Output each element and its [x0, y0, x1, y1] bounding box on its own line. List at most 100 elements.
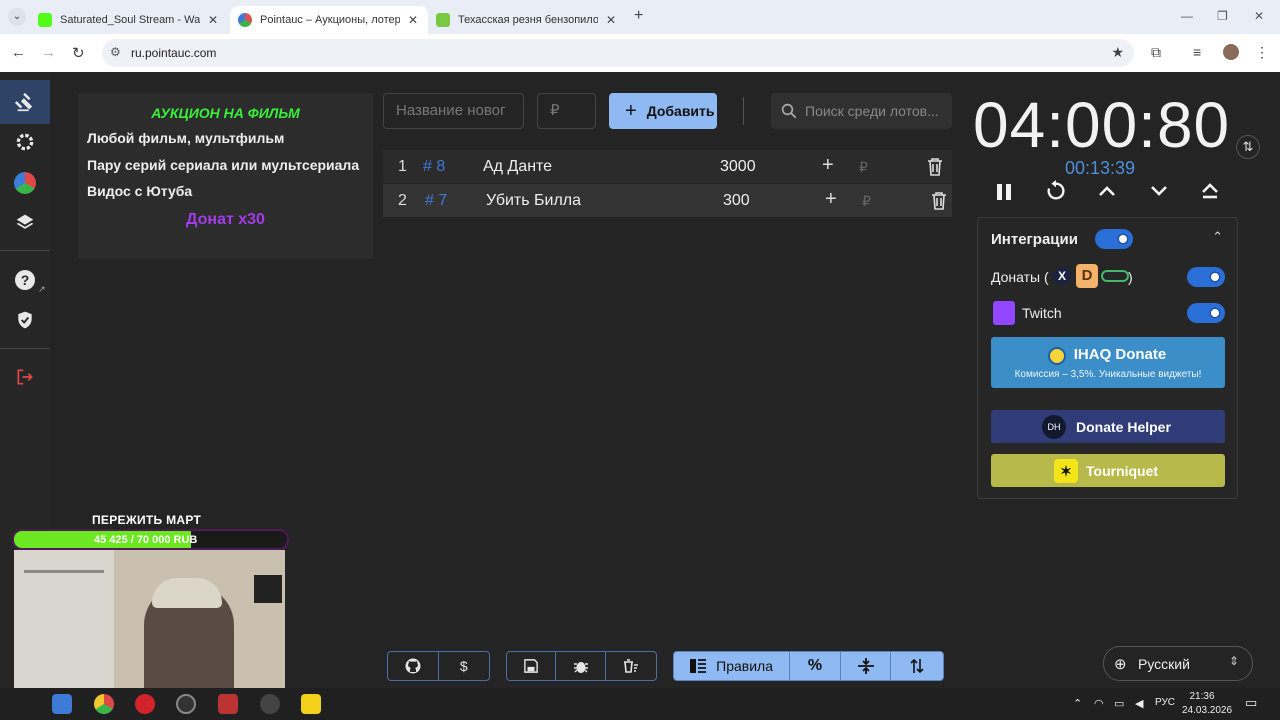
reload-icon[interactable]: ↻ — [72, 44, 85, 62]
app-taskbar-icon[interactable] — [260, 694, 280, 714]
browser-menu-icon[interactable]: ⋮ — [1255, 44, 1269, 61]
ruble-input[interactable]: ₽ — [859, 159, 868, 176]
lot-name[interactable]: Ад Данте — [483, 158, 552, 176]
wheel-icon — [14, 172, 36, 194]
donate-dollar-button[interactable]: $ — [439, 652, 490, 680]
github-button[interactable] — [388, 652, 439, 680]
obs-taskbar-icon[interactable] — [176, 694, 196, 714]
sort-button[interactable] — [891, 652, 943, 680]
system-clock[interactable]: 21:36 24.03.2026 — [1182, 690, 1232, 718]
bug-report-button[interactable] — [556, 652, 606, 680]
total-time: 00:13:39 — [1065, 158, 1136, 178]
sidebar-item-layers[interactable] — [0, 201, 50, 245]
tray-overflow-icon[interactable]: ⌃ — [1073, 697, 1082, 710]
percent-button[interactable]: % — [790, 652, 841, 680]
lot-row[interactable]: 2 # 7 Убить Билла 300 + ₽ — [383, 184, 952, 217]
lot-amount[interactable]: 300 — [723, 192, 750, 210]
forward-icon[interactable]: → — [41, 44, 56, 61]
browser-tab-strip: ⌄ Saturated_Soul Stream - Watch ✕ Pointa… — [0, 0, 1280, 34]
donations-bracket: ) — [1128, 269, 1133, 285]
input-language[interactable]: РУС — [1155, 697, 1175, 708]
x-donate-icon: X — [1053, 267, 1071, 285]
clear-lots-button[interactable] — [606, 652, 656, 680]
trash-icon[interactable] — [931, 192, 947, 210]
save-button[interactable] — [507, 652, 556, 680]
help-icon: ? — [15, 270, 35, 290]
sidebar-item-help[interactable]: ? ↗ — [0, 258, 50, 302]
lot-amount-input[interactable]: ₽ — [537, 93, 596, 129]
browser-tab-kick[interactable]: Saturated_Soul Stream - Watch ✕ — [30, 6, 230, 34]
lot-name-input[interactable]: Название новог — [383, 93, 524, 129]
close-tab-icon[interactable]: ✕ — [408, 13, 418, 27]
clock-time: 21:36 — [1189, 691, 1215, 702]
ruble-input[interactable]: ₽ — [862, 193, 871, 210]
swap-timer-icon[interactable]: ⇅ — [1236, 135, 1260, 159]
save-icon — [524, 659, 538, 673]
browser-tab-pointauc[interactable]: Pointauc – Аукционы, лотереи ✕ — [230, 6, 428, 34]
add-lot-button[interactable]: + Добавить — [609, 93, 717, 129]
delete-sweep-icon — [624, 659, 638, 673]
browser-tab-movie[interactable]: Техасская резня бензопилой ( ✕ — [428, 6, 628, 34]
os-taskbar: ⌃ ◠ ▭ ◀ РУС 21:36 24.03.2026 ▭ — [0, 688, 1280, 720]
url-text: ru.pointauc.com — [131, 46, 217, 60]
chrome-taskbar-icon[interactable] — [94, 694, 114, 714]
bookmark-star-icon[interactable]: ★ — [1111, 44, 1124, 61]
lot-search-input[interactable]: Поиск среди лотов... — [771, 93, 952, 129]
new-tab-button[interactable]: + — [634, 7, 643, 25]
rules-button[interactable]: Правила — [674, 652, 791, 680]
close-window-icon[interactable]: ✕ — [1254, 9, 1264, 23]
donatepay-icon — [1101, 270, 1129, 282]
layers-icon — [16, 214, 34, 229]
rules-donate-multiplier: Донат х30 — [186, 211, 265, 228]
collapse-chevron-icon[interactable]: ⌃ — [1212, 229, 1223, 245]
extensions-icon[interactable]: ⧉ — [1151, 44, 1161, 61]
notifications-icon[interactable]: ▭ — [1245, 695, 1257, 711]
tools-button-group — [506, 651, 657, 681]
rules-list-icon — [690, 659, 707, 673]
sidebar-item-wheel[interactable] — [0, 161, 50, 205]
close-tab-icon[interactable]: ✕ — [208, 13, 218, 27]
add-amount-icon[interactable]: + — [822, 154, 834, 177]
sidebar-item-logout[interactable] — [0, 355, 50, 399]
ihaq-donate-button[interactable]: IHAQ Donate Комиссия – 3,5%. Уникальные … — [991, 337, 1225, 388]
battery-icon[interactable]: ▭ — [1114, 697, 1124, 710]
donations-toggle[interactable] — [1187, 267, 1225, 287]
close-tab-icon[interactable]: ✕ — [606, 13, 616, 27]
app-taskbar-icon[interactable] — [218, 694, 238, 714]
double-up-icon[interactable] — [1201, 182, 1219, 200]
twitch-toggle[interactable] — [1187, 303, 1225, 323]
media-control-icon[interactable]: ≡ — [1193, 44, 1201, 60]
lot-name[interactable]: Убить Билла — [486, 192, 581, 210]
compact-view-button[interactable] — [841, 652, 892, 680]
sidebar-item-settings[interactable] — [0, 120, 50, 164]
main-timer: 04:00:80 — [973, 89, 1231, 161]
add-amount-icon[interactable]: + — [825, 188, 837, 211]
back-icon[interactable]: ← — [11, 44, 26, 61]
app-taskbar-icon[interactable] — [301, 694, 321, 714]
tourniquet-button[interactable]: ✶ Tourniquet — [991, 454, 1225, 487]
integrations-toggle[interactable] — [1095, 229, 1133, 249]
minimize-icon[interactable]: — — [1181, 9, 1193, 23]
maximize-icon[interactable]: ❐ — [1217, 9, 1228, 23]
pause-icon[interactable] — [994, 182, 1014, 202]
language-select[interactable]: ⊕ Русский ⇕ — [1103, 646, 1253, 681]
profile-avatar[interactable] — [1223, 44, 1239, 60]
lot-row[interactable]: 1 # 8 Ад Данте 3000 + ₽ — [383, 150, 952, 183]
tab-title: Saturated_Soul Stream - Watch — [60, 14, 200, 26]
time-down-icon[interactable] — [1150, 184, 1168, 198]
sidebar-item-privacy[interactable] — [0, 298, 50, 342]
trash-icon[interactable] — [927, 158, 943, 176]
restart-icon[interactable] — [1045, 180, 1067, 202]
lot-amount[interactable]: 3000 — [720, 158, 756, 176]
explorer-taskbar-icon[interactable] — [52, 694, 72, 714]
tab-search-button[interactable]: ⌄ — [8, 8, 26, 26]
site-info-icon[interactable]: ⚙ — [110, 45, 121, 59]
lot-index: 2 — [398, 192, 407, 209]
donate-helper-button[interactable]: DH Donate Helper — [991, 410, 1225, 443]
sidebar-item-auction[interactable] — [0, 80, 50, 124]
wifi-icon[interactable]: ◠ — [1094, 697, 1104, 710]
opera-taskbar-icon[interactable] — [135, 694, 155, 714]
time-up-icon[interactable] — [1098, 184, 1116, 198]
address-bar[interactable]: ⚙ ru.pointauc.com ★ — [102, 39, 1134, 67]
volume-icon[interactable]: ◀ — [1135, 697, 1143, 710]
